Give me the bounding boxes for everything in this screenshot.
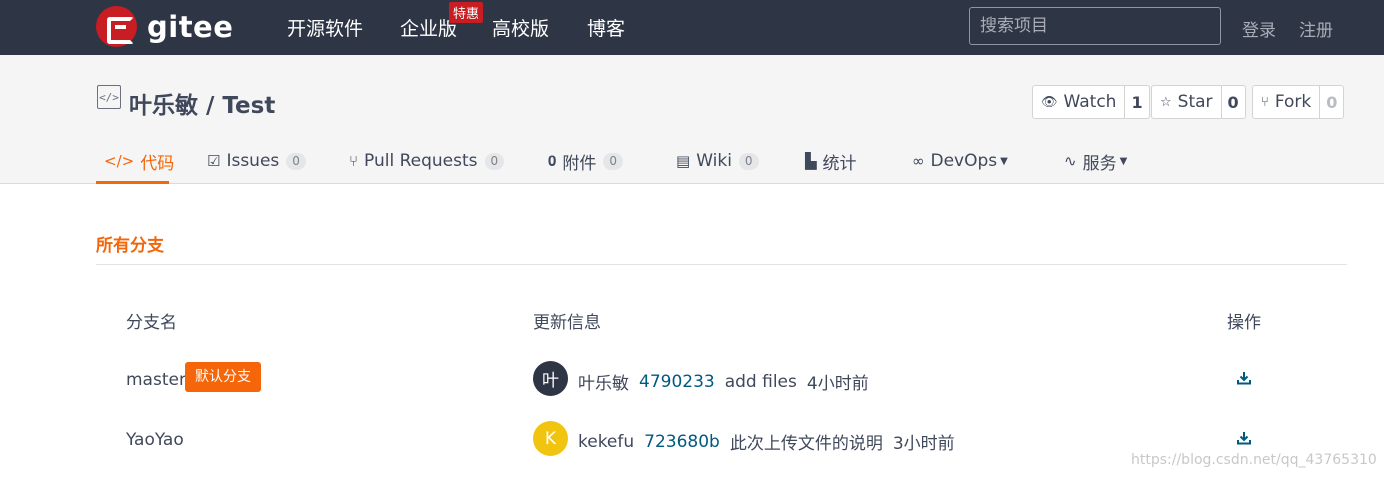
commit-author[interactable]: kekefu <box>578 432 634 452</box>
issues-icon: ☑ <box>207 152 221 170</box>
star-button[interactable]: ☆ Star <box>1152 86 1222 118</box>
tab-wiki[interactable]: ▤ Wiki 0 <box>676 147 759 175</box>
issues-count-badge: 0 <box>286 152 306 170</box>
section-title: 所有分支 <box>96 236 164 256</box>
repo-title[interactable]: 叶乐敏 / Test <box>129 86 275 120</box>
column-header-actions: 操作 <box>1227 313 1261 333</box>
commit-sha[interactable]: 723680b <box>644 432 720 452</box>
tab-pull-requests-label: Pull Requests <box>364 151 478 171</box>
logo-text: gitee <box>147 9 234 44</box>
search-input[interactable] <box>969 7 1221 45</box>
tab-wiki-label: Wiki <box>696 151 732 171</box>
commit-author[interactable]: 叶乐敏 <box>578 369 629 394</box>
tab-attachments-label: 附件 <box>562 153 597 174</box>
fork-button-group: ⑂ Fork 0 <box>1252 85 1345 119</box>
commit-time: 3小时前 <box>892 434 955 454</box>
tab-code[interactable]: </> 代码 <box>104 147 174 175</box>
code-icon: </> <box>104 152 135 170</box>
tab-devops-label: DevOps <box>930 151 998 171</box>
column-header-branch: 分支名 <box>126 313 177 333</box>
tab-stats-label: 统计 <box>822 153 857 174</box>
branch-name[interactable]: master <box>126 370 186 390</box>
commit-message: add files <box>724 371 797 392</box>
branch-name[interactable]: YaoYao <box>126 430 184 450</box>
nav-open-source[interactable]: 开源软件 <box>287 14 363 41</box>
wiki-icon: ▤ <box>676 152 691 170</box>
watch-button[interactable]: 👁 Watch <box>1033 86 1126 118</box>
avatar[interactable]: K <box>533 421 568 456</box>
commit-sha[interactable]: 4790233 <box>639 372 715 392</box>
service-icon: ∿ <box>1064 152 1077 170</box>
attachment-icon: 𝟎 <box>548 152 557 170</box>
gitee-logo[interactable]: gitee <box>96 6 233 47</box>
wiki-count-badge: 0 <box>738 152 759 170</box>
star-label: Star <box>1177 92 1213 112</box>
tab-issues-label: Issues <box>226 151 280 171</box>
nav-blog[interactable]: 博客 <box>587 14 625 41</box>
devops-icon: ∞ <box>912 152 925 170</box>
login-link[interactable]: 登录 <box>1242 16 1276 41</box>
fork-icon: ⑂ <box>1261 94 1269 110</box>
fork-label: Fork <box>1274 92 1312 112</box>
commit-time: 4小时前 <box>806 374 869 394</box>
tab-stats[interactable]: ▙ 统计 <box>805 147 857 175</box>
fork-count[interactable]: 0 <box>1320 86 1343 118</box>
attachments-count-badge: 0 <box>603 152 623 170</box>
chevron-down-icon: ▼ <box>1119 155 1128 167</box>
watermark: https://blog.csdn.net/qq_43765310 <box>1131 452 1377 468</box>
commit-message: 此次上传文件的说明 <box>729 434 883 454</box>
promo-badge: 特惠 <box>449 2 484 23</box>
chevron-down-icon: ▼ <box>1000 155 1008 167</box>
gitee-logo-icon <box>96 6 137 47</box>
commit-info: 叶乐敏 4790233 add files 4小时前 <box>578 369 869 395</box>
star-button-group: ☆ Star 0 <box>1151 85 1246 119</box>
section-divider <box>96 264 1347 265</box>
commit-info: kekefu 723680b 此次上传文件的说明 3小时前 <box>578 429 955 455</box>
watch-count[interactable]: 1 <box>1125 86 1148 118</box>
register-link[interactable]: 注册 <box>1299 16 1333 41</box>
column-header-update: 更新信息 <box>533 313 601 333</box>
repo-code-icon: </> <box>97 85 121 109</box>
star-count[interactable]: 0 <box>1222 86 1245 118</box>
watch-button-group: 👁 Watch 1 <box>1032 85 1150 119</box>
eye-icon: 👁 <box>1041 94 1058 110</box>
download-icon[interactable] <box>1236 431 1252 445</box>
fork-button[interactable]: ⑂ Fork <box>1253 86 1321 118</box>
top-nav: gitee 开源软件 企业版 特惠 高校版 博客 登录 注册 <box>0 0 1384 55</box>
star-icon: ☆ <box>1160 94 1172 110</box>
tab-code-label: 代码 <box>140 153 175 174</box>
tab-devops[interactable]: ∞ DevOps ▼ <box>912 147 1008 175</box>
tab-service-label: 服务 <box>1082 153 1117 174</box>
tab-issues[interactable]: ☑ Issues 0 <box>207 147 306 175</box>
pull-request-icon: ⑂ <box>349 152 359 170</box>
tab-service[interactable]: ∿ 服务 ▼ <box>1064 147 1127 175</box>
avatar[interactable]: 叶 <box>533 361 568 396</box>
download-icon[interactable] <box>1236 371 1252 385</box>
default-branch-badge: 默认分支 <box>185 362 261 392</box>
tab-attachments[interactable]: 𝟎 附件 0 <box>548 147 623 175</box>
tab-pull-requests[interactable]: ⑂ Pull Requests 0 <box>349 147 505 175</box>
nav-university[interactable]: 高校版 <box>492 14 549 41</box>
repo-header: </> 叶乐敏 / Test 👁 Watch 1 ☆ Star 0 ⑂ Fork… <box>0 55 1384 184</box>
active-tab-indicator <box>96 181 169 184</box>
pull-requests-count-badge: 0 <box>484 152 505 170</box>
watch-label: Watch <box>1063 92 1117 112</box>
stats-icon: ▙ <box>805 152 817 170</box>
